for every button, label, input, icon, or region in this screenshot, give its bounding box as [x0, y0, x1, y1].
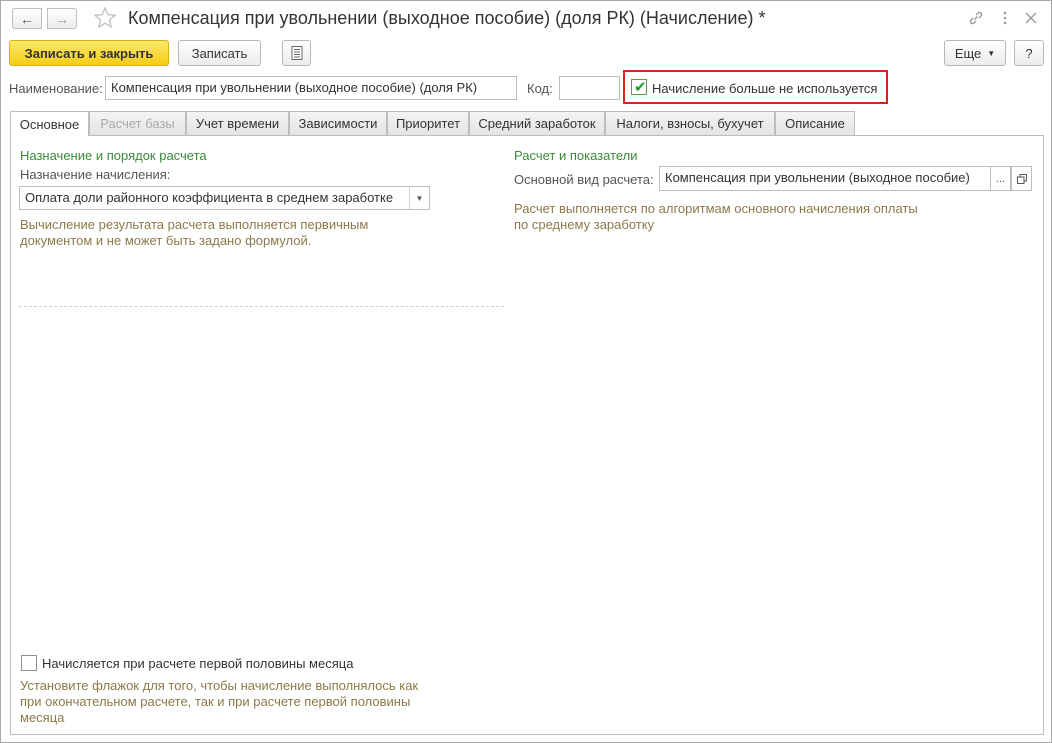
calculation-hint: Расчет выполняется по алгоритмам основно…: [514, 201, 918, 232]
document-list-icon: [291, 46, 302, 60]
tab-description[interactable]: Описание: [775, 111, 855, 135]
purpose-label: Назначение начисления:: [20, 167, 171, 182]
forward-button[interactable]: →: [47, 8, 77, 29]
window-title: Компенсация при увольнении (выходное пос…: [128, 8, 766, 28]
save-and-close-button[interactable]: Записать и закрыть: [9, 40, 169, 66]
main-type-label: Основной вид расчета:: [514, 172, 654, 187]
open-window-icon: [1016, 173, 1027, 184]
name-field[interactable]: Компенсация при увольнении (выходное пос…: [105, 76, 517, 100]
report-button[interactable]: [282, 40, 311, 66]
arrow-left-icon: ←: [20, 10, 34, 27]
favorite-star-icon[interactable]: [93, 6, 117, 30]
close-icon[interactable]: [1022, 9, 1040, 27]
arrow-right-icon: →: [55, 10, 69, 27]
save-button[interactable]: Записать: [178, 40, 261, 66]
calculation-section-title: Расчет и показатели: [514, 148, 638, 163]
tab-priority[interactable]: Приоритет: [387, 111, 469, 135]
purpose-section-title: Назначение и порядок расчета: [20, 148, 207, 163]
not-used-checkbox[interactable]: ✔: [631, 79, 647, 96]
back-button[interactable]: ←: [12, 8, 42, 29]
tab-taxes[interactable]: Налоги, взносы, бухучет: [605, 111, 775, 135]
half-month-hint: Установите флажок для того, чтобы начисл…: [20, 678, 419, 725]
more-actions-icon[interactable]: [996, 9, 1014, 27]
tab-dependencies[interactable]: Зависимости: [289, 111, 387, 135]
open-button[interactable]: [1011, 166, 1032, 191]
chevron-down-icon[interactable]: ▼: [409, 187, 429, 209]
more-button[interactable]: Еще ▼: [944, 40, 1006, 66]
main-type-field[interactable]: Компенсация при увольнении (выходное пос…: [659, 166, 991, 191]
half-month-label: Начисляется при расчете первой половины …: [42, 656, 354, 671]
link-icon[interactable]: [967, 9, 985, 27]
purpose-hint: Вычисление результата расчета выполняетс…: [20, 217, 369, 248]
code-field[interactable]: [559, 76, 620, 100]
help-button[interactable]: ?: [1014, 40, 1044, 66]
name-label: Наименование:: [9, 81, 103, 96]
checkmark-icon: ✔: [634, 79, 647, 96]
tab-time-accounting[interactable]: Учет времени: [186, 111, 289, 135]
select-button[interactable]: ...: [990, 166, 1011, 191]
half-month-checkbox[interactable]: [21, 655, 37, 671]
purpose-select[interactable]: Оплата доли районного коэффициента в сре…: [19, 186, 430, 210]
tab-base-calculation[interactable]: Расчет базы: [89, 111, 186, 135]
not-used-label: Начисление больше не используется: [652, 81, 878, 96]
more-button-label: Еще: [954, 45, 982, 61]
ellipsis-icon: ...: [995, 172, 1006, 185]
tab-main[interactable]: Основное: [10, 111, 89, 136]
divider: [19, 306, 504, 307]
purpose-select-value: Оплата доли районного коэффициента в сре…: [25, 190, 394, 205]
chevron-down-icon: ▼: [987, 48, 996, 58]
code-label: Код:: [527, 81, 553, 96]
form-window: ← → Компенсация при увольнении (выходное…: [0, 0, 1052, 743]
tab-average-earnings[interactable]: Средний заработок: [469, 111, 605, 135]
